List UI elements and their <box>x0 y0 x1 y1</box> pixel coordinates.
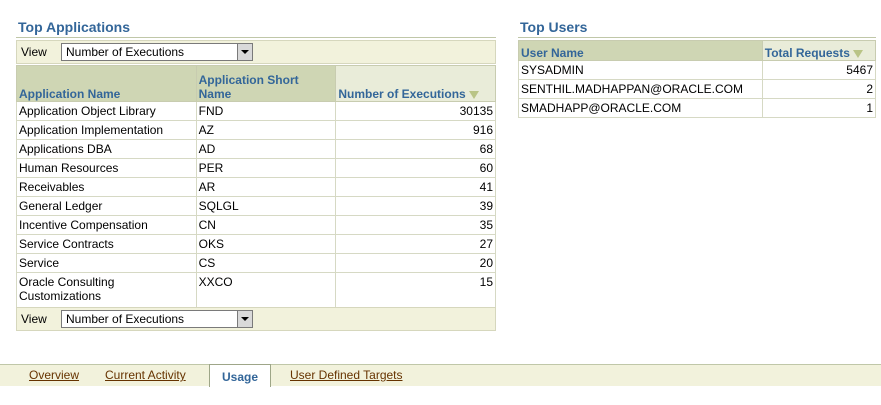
app-name: Application Object Library <box>16 101 197 121</box>
tab-current-activity[interactable]: Current Activity <box>105 368 186 382</box>
app-short-name: AR <box>195 177 337 197</box>
executions: 20 <box>335 253 496 273</box>
top-applications-title: Top Applications <box>18 19 130 35</box>
table-row: Service Contracts OKS 27 <box>16 234 496 254</box>
app-name: Applications DBA <box>16 139 197 159</box>
top-users-table: User Name Total Requests SYSADMIN 5467 SE… <box>518 40 877 118</box>
view-label: View <box>21 312 47 326</box>
table-row: Human Resources PER 60 <box>16 158 496 178</box>
executions: 68 <box>335 139 496 159</box>
app-name: Service Contracts <box>16 234 197 254</box>
table-row: SENTHIL.MADHAPPAN@ORACLE.COM 2 <box>518 79 877 99</box>
total-requests: 2 <box>761 79 877 99</box>
app-name: General Ledger <box>16 196 197 216</box>
chevron-down-icon[interactable] <box>237 44 252 60</box>
executions: 27 <box>335 234 496 254</box>
tab-usage[interactable]: Usage <box>209 364 272 387</box>
app-short-name: CS <box>195 253 337 273</box>
executions: 916 <box>335 120 496 140</box>
app-name: Application Implementation <box>16 120 197 140</box>
bottom-tabs: Overview Current Activity Usage User Def… <box>0 364 881 405</box>
executions: 15 <box>335 272 496 309</box>
table-row: Application Implementation AZ 916 <box>16 120 496 140</box>
tab-overview[interactable]: Overview <box>29 368 79 382</box>
view-select-value: Number of Executions <box>66 45 185 59</box>
top-applications-rule <box>16 37 496 38</box>
user-name: SYSADMIN <box>518 60 763 80</box>
view-label: View <box>21 45 47 59</box>
user-name: SMADHAPP@ORACLE.COM <box>518 98 763 118</box>
table-row: Receivables AR 41 <box>16 177 496 197</box>
app-short-name: AD <box>195 139 337 159</box>
table-row: Applications DBA AD 68 <box>16 139 496 159</box>
tab-user-defined-targets[interactable]: User Defined Targets <box>290 368 403 382</box>
app-name: Oracle Consulting Customizations <box>16 272 197 309</box>
table-row: Incentive Compensation CN 35 <box>16 215 496 235</box>
user-name: SENTHIL.MADHAPPAN@ORACLE.COM <box>518 79 763 99</box>
app-short-name: OKS <box>195 234 337 254</box>
app-short-name: CN <box>195 215 337 235</box>
app-short-name: PER <box>195 158 337 178</box>
view-select-top[interactable]: Number of Executions <box>61 43 253 61</box>
executions: 41 <box>335 177 496 197</box>
view-select-value: Number of Executions <box>66 312 185 326</box>
app-name: Human Resources <box>16 158 197 178</box>
executions: 35 <box>335 215 496 235</box>
total-requests: 5467 <box>761 60 877 80</box>
col-application-name[interactable]: Application Name <box>16 65 197 102</box>
col-number-of-executions-label: Number of Executions <box>338 87 466 101</box>
view-select-bottom[interactable]: Number of Executions <box>61 310 253 328</box>
chevron-down-icon[interactable] <box>237 311 252 327</box>
view-bar-bottom: View Number of Executions <box>16 307 496 331</box>
app-name: Service <box>16 253 197 273</box>
app-short-name: FND <box>195 101 337 121</box>
executions: 30135 <box>335 101 496 121</box>
table-row: SYSADMIN 5467 <box>518 60 877 80</box>
table-row: General Ledger SQLGL 39 <box>16 196 496 216</box>
executions: 39 <box>335 196 496 216</box>
sort-descending-icon[interactable] <box>468 90 479 99</box>
app-name: Receivables <box>16 177 197 197</box>
view-bar-top: View Number of Executions <box>16 40 496 64</box>
table-row: Oracle Consulting Customizations XXCO 15 <box>16 272 496 309</box>
sort-descending-icon[interactable] <box>852 49 863 58</box>
app-short-name: AZ <box>195 120 337 140</box>
table-row: SMADHAPP@ORACLE.COM 1 <box>518 98 877 118</box>
top-applications-table: Application Name Application Short Name … <box>16 65 496 309</box>
table-row: Application Object Library FND 30135 <box>16 101 496 121</box>
col-user-name[interactable]: User Name <box>518 40 763 61</box>
executions: 60 <box>335 158 496 178</box>
total-requests: 1 <box>761 98 877 118</box>
col-total-requests[interactable]: Total Requests <box>761 40 877 61</box>
col-application-short-name[interactable]: Application Short Name <box>195 65 337 102</box>
app-short-name: XXCO <box>195 272 337 309</box>
col-number-of-executions[interactable]: Number of Executions <box>335 65 496 102</box>
table-row: Service CS 20 <box>16 253 496 273</box>
top-users-title: Top Users <box>520 19 588 35</box>
col-total-requests-label: Total Requests <box>764 46 850 60</box>
top-users-rule <box>518 37 876 38</box>
app-name: Incentive Compensation <box>16 215 197 235</box>
app-short-name: SQLGL <box>195 196 337 216</box>
